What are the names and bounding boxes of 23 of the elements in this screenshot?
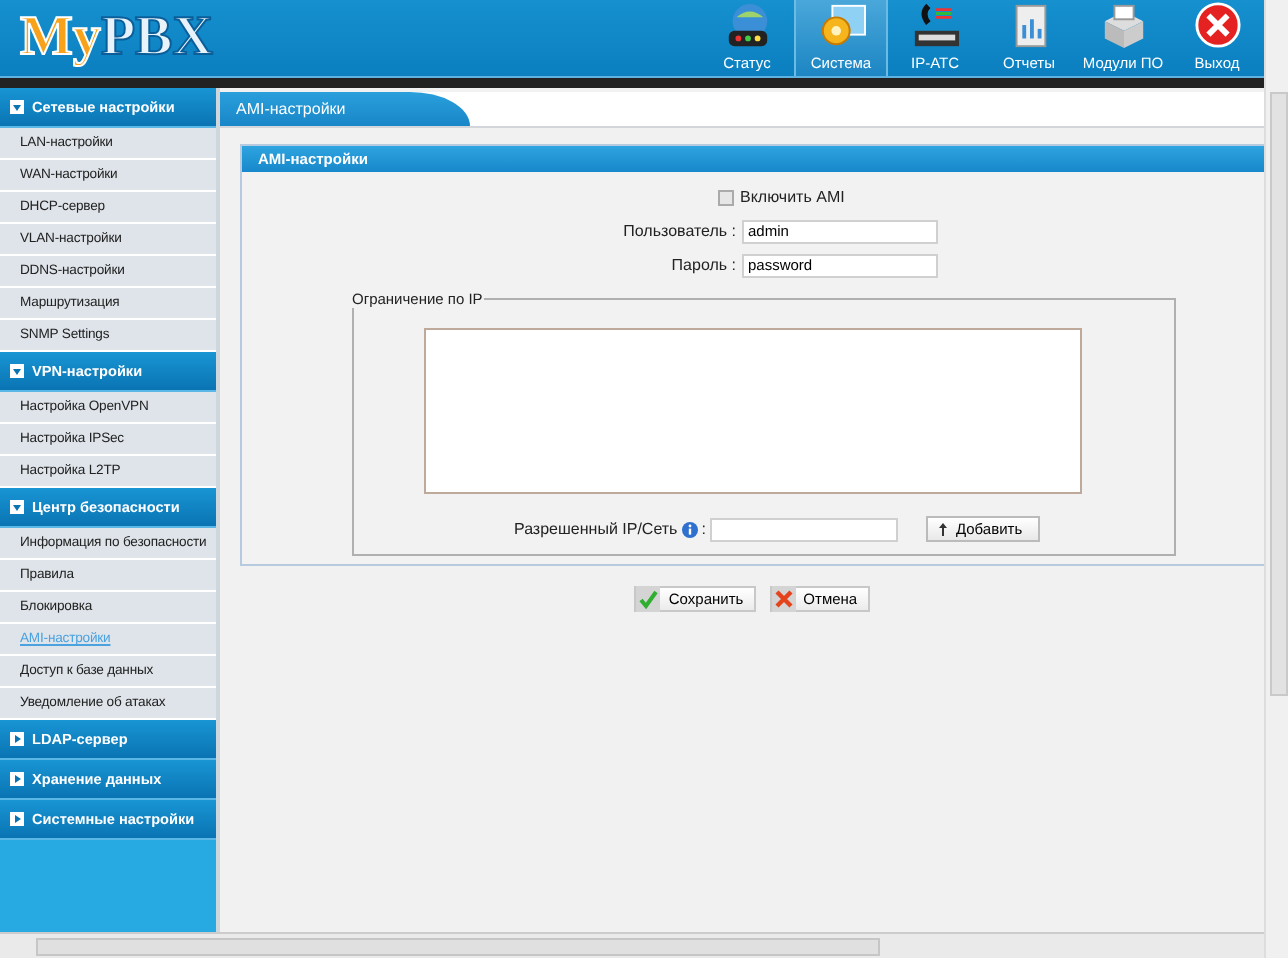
expand-icon xyxy=(10,772,24,786)
info-icon xyxy=(681,521,698,537)
collapse-icon xyxy=(10,100,24,114)
expand-icon xyxy=(10,732,24,746)
ip-list-box[interactable] xyxy=(424,328,1082,494)
collapse-icon xyxy=(10,500,24,514)
field-label: Пользователь : xyxy=(621,222,738,240)
close-icon xyxy=(1191,2,1243,50)
field-separator: : xyxy=(701,520,706,538)
collapse-icon xyxy=(10,364,24,378)
logo: MyPBX xyxy=(20,4,213,72)
vertical-scrollbar[interactable] xyxy=(1264,0,1288,958)
horizontal-scrollbar[interactable] xyxy=(0,932,1264,958)
ip-field[interactable] xyxy=(709,517,898,541)
cross-icon xyxy=(771,586,796,612)
up-arrow-icon xyxy=(937,522,948,536)
field-label: Разрешенный IP/Сеть xyxy=(514,520,678,538)
check-icon xyxy=(636,586,661,612)
checkbox[interactable] xyxy=(718,189,734,205)
phone-device-icon xyxy=(909,2,961,50)
expand-icon xyxy=(10,812,24,826)
field-label: Пароль : xyxy=(669,256,738,274)
checkbox-label: Включить AMI xyxy=(740,188,845,206)
